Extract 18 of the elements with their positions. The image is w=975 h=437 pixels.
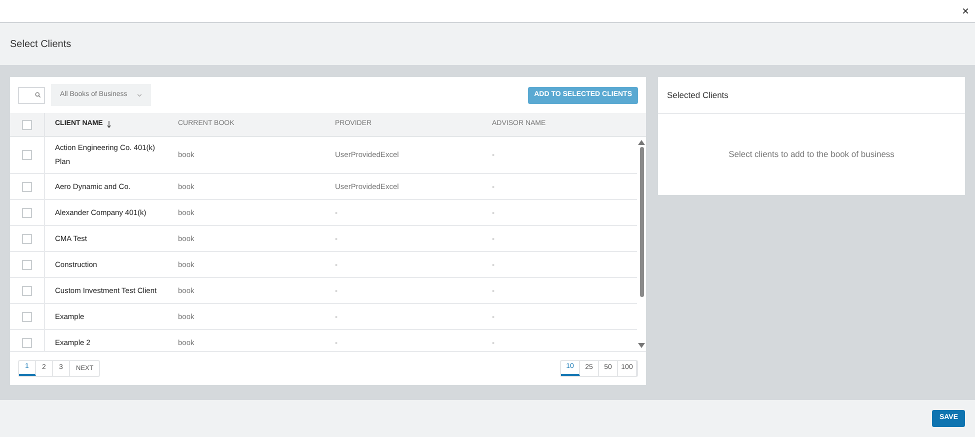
checkbox[interactable]	[22, 182, 32, 192]
scroll-down-icon[interactable]	[638, 343, 645, 348]
search-field[interactable]	[18, 86, 45, 104]
checkbox[interactable]	[22, 260, 32, 270]
checkbox[interactable]	[22, 120, 32, 130]
scroll-up-icon[interactable]	[638, 140, 645, 145]
checkbox[interactable]	[22, 208, 32, 218]
checkbox[interactable]	[22, 150, 32, 160]
chevron-down-icon	[137, 94, 142, 96]
checkbox[interactable]	[22, 286, 32, 296]
checkbox[interactable]	[22, 312, 32, 322]
search-icon	[35, 92, 41, 98]
checkbox[interactable]	[22, 338, 32, 348]
panel-title: Selected Clients	[667, 88, 728, 102]
empty-message: Select clients to add to the book of business	[728, 148, 894, 161]
checkbox[interactable]	[22, 234, 32, 244]
dialog-title: Select Clients	[10, 38, 72, 52]
close-button[interactable]: ×	[962, 5, 969, 17]
